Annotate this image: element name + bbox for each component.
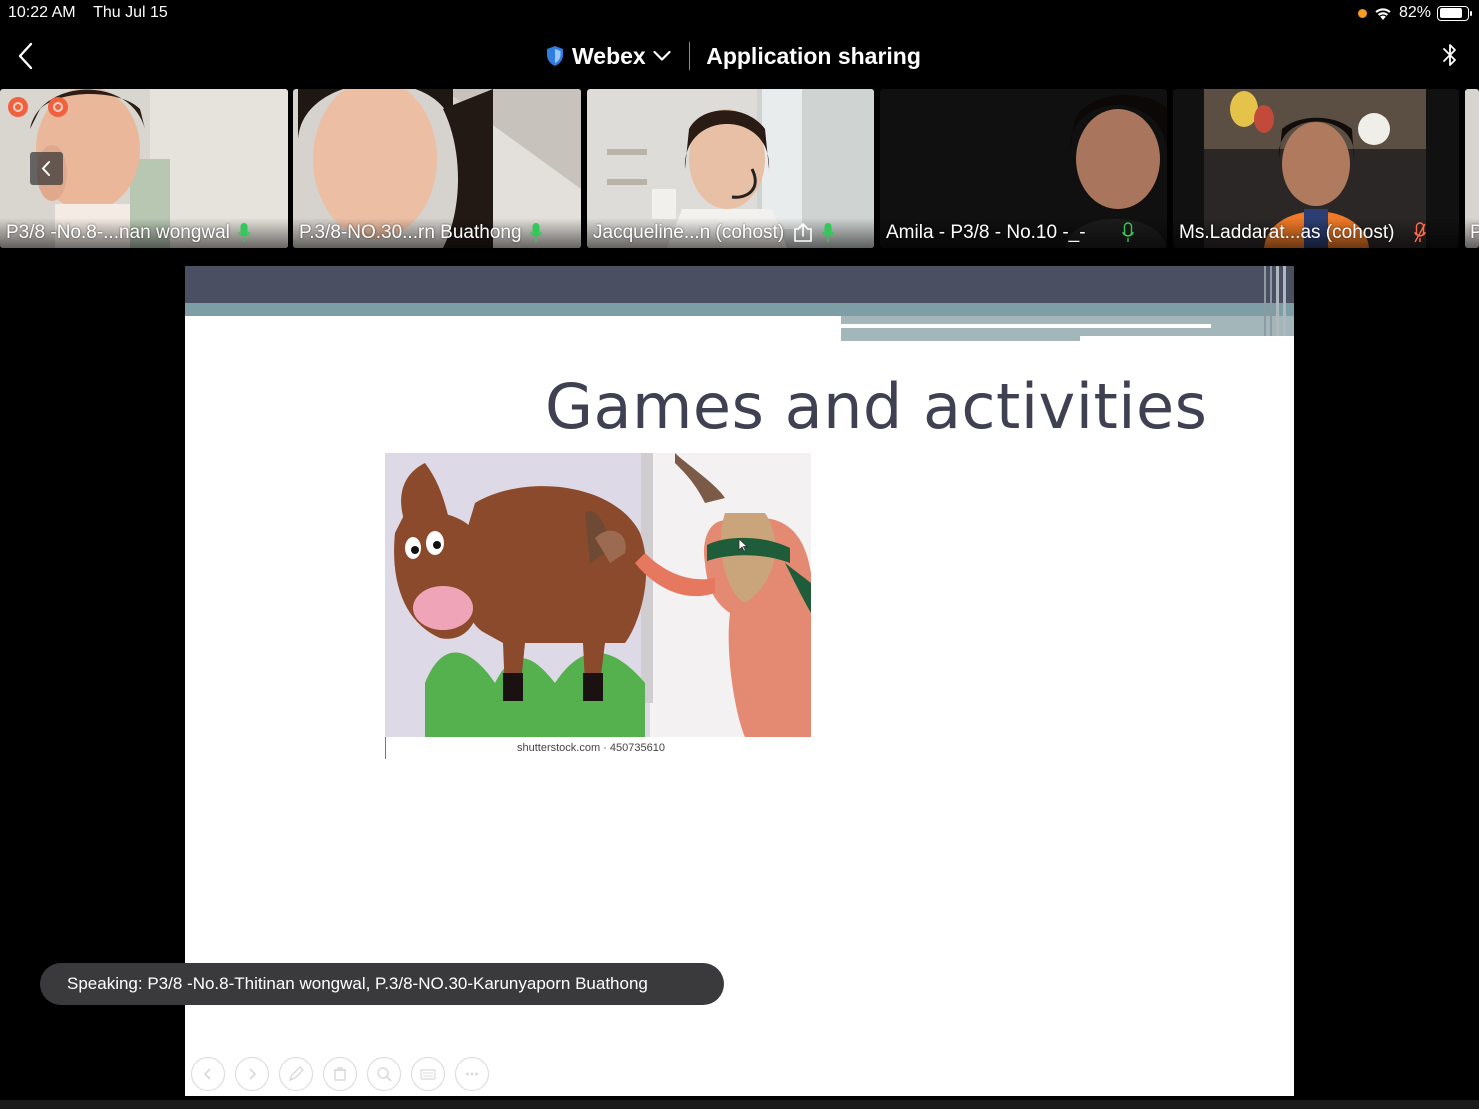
webex-menu-button[interactable]: Webex <box>545 43 671 70</box>
nav-center: Webex Application sharing <box>545 40 921 72</box>
pen-button[interactable] <box>279 1057 313 1091</box>
keyboard-button[interactable] <box>411 1057 445 1091</box>
participant-tile[interactable]: Amila - P3/8 - No.10 -_- <box>880 89 1167 248</box>
eraser-button[interactable] <box>323 1057 357 1091</box>
wifi-icon <box>1375 7 1391 20</box>
clock: 10:22 AM <box>8 4 76 21</box>
tile-name-bar: Amila - P3/8 - No.10 -_- <box>880 218 1167 248</box>
status-right: 82% <box>1357 3 1472 23</box>
participant-tile[interactable]: P <box>1465 89 1479 248</box>
more-button[interactable] <box>455 1057 489 1091</box>
participant-name: Ms.Laddarat...as (cohost) <box>1179 222 1395 243</box>
sharing-icon <box>794 223 812 242</box>
shield-icon <box>547 46 563 66</box>
remote-cursor-icon <box>738 538 748 552</box>
image-caption: shutterstock.com · 450735610 <box>517 742 665 754</box>
mic-on-icon <box>529 223 542 242</box>
participant-strip: P3/8 -No.8-...nan wongwal P.3/8-NO.30...… <box>0 89 1479 249</box>
slide-header-stripe <box>1080 336 1294 344</box>
slide-header-band <box>185 266 1294 303</box>
mic-on-icon <box>238 223 250 242</box>
mic-on-icon <box>822 223 834 242</box>
participant-name: P <box>1470 222 1479 243</box>
zoom-button[interactable] <box>367 1057 401 1091</box>
chevron-down-icon <box>653 50 671 61</box>
donkey-game-image <box>385 453 811 737</box>
participant-tile[interactable]: Ms.Laddarat...as (cohost) <box>1173 89 1459 248</box>
participant-name: Jacqueline...n (cohost) <box>593 222 785 243</box>
slide-header-line <box>841 324 1211 328</box>
record-ring-icon <box>48 97 68 117</box>
zoom-icon <box>377 1067 392 1082</box>
next-slide-button[interactable] <box>235 1057 269 1091</box>
participant-tile[interactable]: P.3/8-NO.30...rn Buathong <box>293 89 581 248</box>
battery-fill <box>1439 8 1462 18</box>
page-title: Application sharing <box>706 42 921 69</box>
bottom-edge <box>0 1100 1479 1109</box>
tile-name-bar: Jacqueline...n (cohost) <box>587 218 874 248</box>
status-time: 10:22 AM Thu Jul 15 <box>8 4 168 22</box>
slide-edge-decoration <box>1264 266 1286 336</box>
participant-name: Amila - P3/8 - No.10 -_- <box>886 222 1086 243</box>
battery-icon <box>1437 5 1472 21</box>
battery-percent: 82% <box>1398 4 1431 21</box>
next-slide-icon <box>249 1068 257 1080</box>
more-icon <box>466 1072 478 1076</box>
mic-on-icon <box>1121 222 1134 242</box>
nav-divider <box>688 42 691 70</box>
eraser-icon <box>334 1067 346 1081</box>
pen-icon <box>288 1066 304 1082</box>
tile-name-bar: P3/8 -No.8-...nan wongwal <box>0 218 288 248</box>
recording-indicator <box>8 97 68 117</box>
previous-slide-button[interactable] <box>191 1057 225 1091</box>
participant-tile[interactable]: Jacqueline...n (cohost) <box>587 89 874 248</box>
mic-muted-icon <box>1414 222 1427 243</box>
chevron-left-icon <box>42 161 50 176</box>
previous-slide-icon <box>203 1068 211 1080</box>
webex-label: Webex <box>572 42 646 69</box>
back-chevron-icon[interactable] <box>12 40 40 72</box>
bluetooth-icon[interactable] <box>1439 40 1461 72</box>
status-bar: 10:22 AM Thu Jul 15 82% <box>0 0 1479 28</box>
participant-name: P3/8 -No.8-...nan wongwal <box>6 222 230 243</box>
speaking-banner: Speaking: P3/8 -No.8-Thitinan wongwal, P… <box>40 963 724 1005</box>
participant-name: P.3/8-NO.30...rn Buathong <box>299 222 522 243</box>
slide-toolbar <box>191 1057 489 1091</box>
date: Thu Jul 15 <box>93 4 168 21</box>
slide-title: Games and activities <box>545 370 1208 443</box>
tile-name-bar: P <box>1465 218 1479 248</box>
record-dot-icon <box>8 97 28 117</box>
participant-tile[interactable]: P3/8 -No.8-...nan wongwal <box>0 89 288 248</box>
microphone-in-use-dot <box>1357 8 1367 18</box>
keyboard-icon <box>420 1069 436 1080</box>
tile-name-bar: Ms.Laddarat...as (cohost) <box>1173 218 1459 248</box>
nav-bar: Webex Application sharing <box>0 28 1479 84</box>
previous-participants-button[interactable] <box>30 152 63 185</box>
slide-header-stripe <box>185 316 841 322</box>
tile-name-bar: P.3/8-NO.30...rn Buathong <box>293 218 581 248</box>
